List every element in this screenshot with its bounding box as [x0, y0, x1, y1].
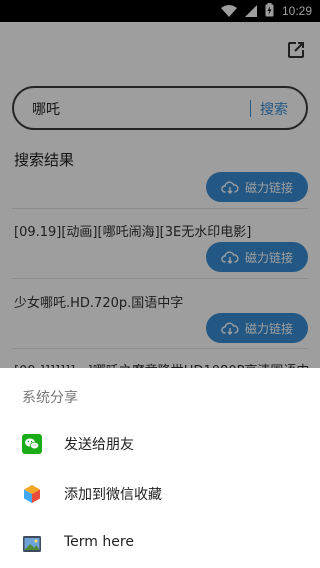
share-item-label: 添加到微信收藏 — [64, 487, 162, 503]
share-item-label: Term here — [64, 534, 134, 550]
share-item-send-to-friend[interactable]: 发送给朋友 — [0, 420, 320, 466]
share-item-add-to-favorites[interactable]: 添加到微信收藏 — [0, 470, 320, 516]
share-sheet-title: 系统分享 — [22, 390, 78, 406]
term-app-icon — [22, 534, 42, 554]
wechat-icon — [22, 434, 42, 454]
share-item-label: 发送给朋友 — [64, 437, 134, 453]
wechat-favorites-icon — [22, 484, 42, 504]
share-sheet: 系统分享 发送给朋友 添加到微信收藏 Term here — [0, 368, 320, 568]
share-item-term-here[interactable]: Term here — [0, 520, 320, 566]
